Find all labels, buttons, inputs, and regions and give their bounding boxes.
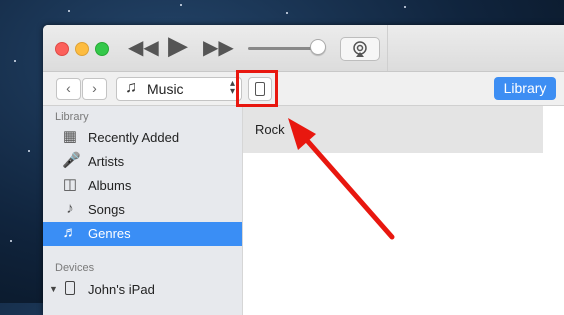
annotation-arrow: [288, 118, 395, 240]
